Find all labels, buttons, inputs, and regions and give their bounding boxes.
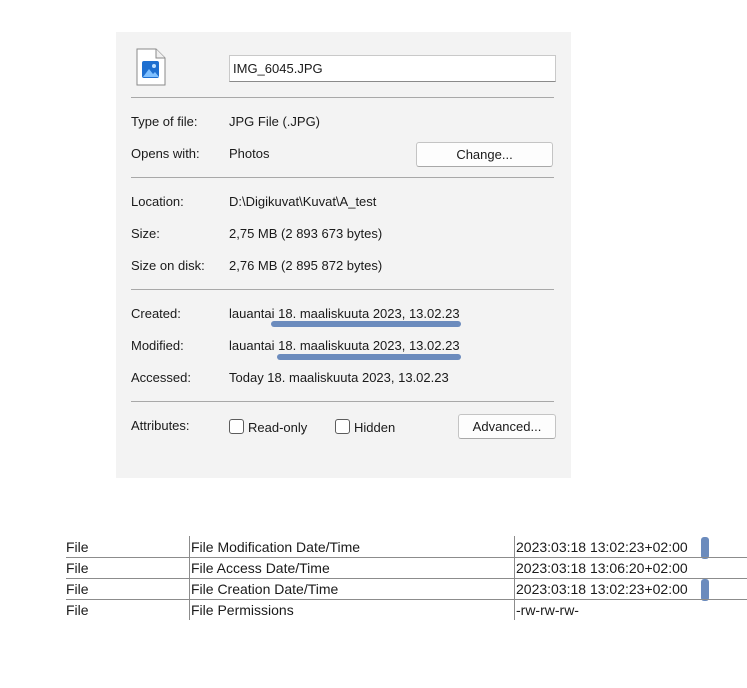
- table-cell-tag: File Modification Date/Time: [191, 539, 361, 555]
- row-highlight-marker: [701, 579, 709, 601]
- table-cell-group: File: [66, 539, 89, 555]
- type-of-file-value: JPG File (.JPG): [229, 114, 321, 129]
- accessed-label: Accessed:: [131, 370, 191, 385]
- column-divider: [189, 557, 190, 578]
- table-cell-value: 2023:03:18 13:02:23+02:00: [516, 581, 688, 597]
- column-divider: [189, 536, 190, 557]
- created-label: Created:: [131, 306, 181, 321]
- change-button[interactable]: Change...: [416, 142, 553, 167]
- size-label: Size:: [131, 226, 160, 241]
- separator: [131, 97, 554, 98]
- location-label: Location:: [131, 194, 184, 209]
- separator: [131, 401, 554, 402]
- column-divider: [514, 578, 515, 599]
- column-divider: [514, 557, 515, 578]
- size-on-disk-value: 2,76 MB (2 895 872 bytes): [229, 258, 383, 273]
- table-cell-group: File: [66, 602, 89, 618]
- modified-value: lauantai 18. maaliskuuta 2023, 13.02.23: [229, 338, 460, 353]
- table-row: File File Modification Date/Time 2023:03…: [0, 536, 747, 559]
- location-value: D:\Digikuvat\Kuvat\A_test: [229, 194, 377, 209]
- column-divider: [189, 578, 190, 599]
- advanced-button[interactable]: Advanced...: [458, 414, 556, 439]
- created-value: lauantai 18. maaliskuuta 2023, 13.02.23: [229, 306, 460, 321]
- image-file-icon: [136, 48, 166, 86]
- separator: [131, 177, 554, 178]
- accessed-value: Today 18. maaliskuuta 2023, 13.02.23: [229, 370, 449, 385]
- hidden-checkbox[interactable]: [335, 419, 350, 434]
- column-divider: [514, 599, 515, 620]
- table-cell-value: 2023:03:18 13:02:23+02:00: [516, 539, 688, 555]
- column-divider: [514, 536, 515, 557]
- file-properties-dialog: Type of file: JPG File (.JPG) Opens with…: [116, 32, 571, 478]
- table-cell-tag: File Access Date/Time: [191, 560, 330, 576]
- table-cell-value: 2023:03:18 13:06:20+02:00: [516, 560, 688, 576]
- read-only-checkbox[interactable]: [229, 419, 244, 434]
- attributes-label: Attributes:: [131, 418, 190, 433]
- hidden-label: Hidden: [354, 420, 396, 435]
- table-cell-value: -rw-rw-rw-: [516, 602, 579, 618]
- type-of-file-label: Type of file:: [131, 114, 198, 129]
- opens-with-label: Opens with:: [131, 146, 200, 161]
- table-cell-group: File: [66, 581, 89, 597]
- size-on-disk-label: Size on disk:: [131, 258, 205, 273]
- table-row: File File Access Date/Time 2023:03:18 13…: [0, 557, 747, 579]
- modified-label: Modified:: [131, 338, 184, 353]
- table-row: File File Permissions -rw-rw-rw-: [0, 599, 747, 620]
- table-cell-tag: File Creation Date/Time: [191, 581, 339, 597]
- separator: [131, 289, 554, 290]
- size-value: 2,75 MB (2 893 673 bytes): [229, 226, 383, 241]
- created-highlight: [271, 321, 461, 327]
- table-cell-group: File: [66, 560, 89, 576]
- row-highlight-marker: [701, 537, 709, 559]
- filename-input[interactable]: [229, 55, 556, 82]
- table-row: File File Creation Date/Time 2023:03:18 …: [0, 578, 747, 601]
- modified-highlight: [277, 354, 461, 360]
- table-cell-tag: File Permissions: [191, 602, 294, 618]
- opens-with-value: Photos: [229, 146, 270, 161]
- read-only-label: Read-only: [248, 420, 308, 435]
- column-divider: [189, 599, 190, 620]
